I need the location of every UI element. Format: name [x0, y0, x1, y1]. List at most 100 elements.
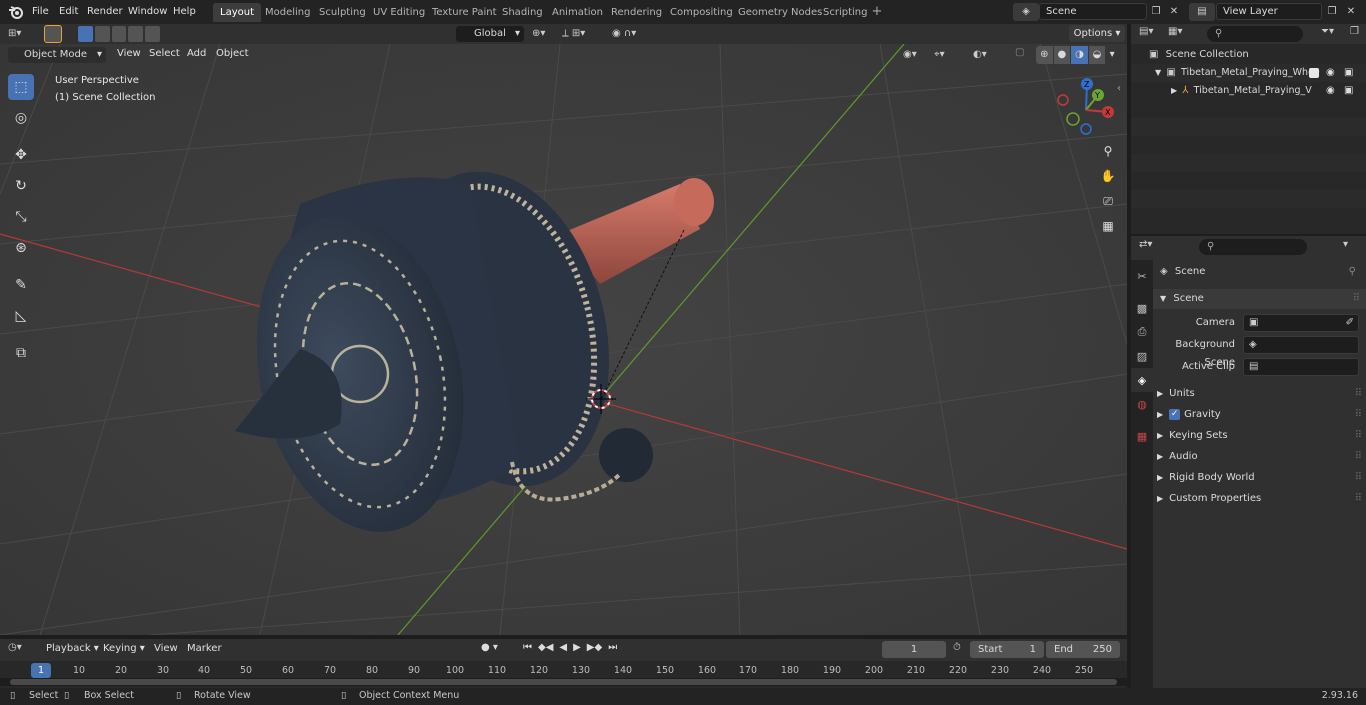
- select-box-tool-icon[interactable]: ⬚: [8, 74, 34, 100]
- object-mode-dropdown[interactable]: Object Mode ▾: [8, 47, 106, 63]
- add-cube-tool-icon[interactable]: ⧉: [8, 340, 34, 366]
- display-mode-icon[interactable]: ▦▾: [1168, 26, 1182, 37]
- camera-render-icon[interactable]: ▣: [1344, 64, 1353, 82]
- drag-handle-icon[interactable]: ⠿: [1355, 468, 1362, 488]
- select-extend-icon[interactable]: [94, 26, 110, 42]
- 3d-viewport[interactable]: Object Mode ▾ View Select Add Object ◉▾ ⌖…: [0, 44, 1127, 635]
- eye-icon[interactable]: ◉: [1326, 64, 1335, 82]
- active-clip-field[interactable]: ▤: [1243, 358, 1359, 376]
- move-tool-icon[interactable]: ✥: [8, 142, 34, 168]
- close-scene-icon[interactable]: ✕: [1166, 3, 1182, 21]
- new-collection-icon[interactable]: ❐: [1350, 26, 1359, 37]
- drag-handle-icon[interactable]: ⠿: [1355, 405, 1362, 425]
- rendered-shading-icon[interactable]: ◒: [1088, 46, 1106, 64]
- material-preview-icon[interactable]: ◑: [1071, 46, 1088, 64]
- viewport-menu-object[interactable]: Object: [210, 45, 255, 63]
- outliner-editor-icon[interactable]: ▤▾: [1139, 26, 1153, 37]
- scene-name-field[interactable]: Scene: [1039, 3, 1147, 20]
- zoom-icon[interactable]: ⚲: [1097, 140, 1119, 162]
- viewport-menu-view[interactable]: View: [111, 45, 147, 63]
- transform-orientation-dropdown[interactable]: Global ▾: [456, 26, 524, 42]
- measure-tool-icon[interactable]: ◺: [8, 303, 34, 329]
- tab-geometry-nodes[interactable]: Geometry Nodes: [731, 3, 829, 22]
- menu-edit[interactable]: Edit: [53, 3, 84, 21]
- select-subtract-icon[interactable]: [111, 26, 127, 42]
- timeline-scrollbar[interactable]: [10, 679, 1117, 685]
- play-reverse-icon[interactable]: ◀: [559, 642, 567, 653]
- visibility-eye-icon[interactable]: ◉▾: [903, 47, 929, 63]
- tab-animation[interactable]: Animation: [545, 3, 610, 22]
- end-frame-field[interactable]: End 250: [1046, 641, 1120, 658]
- blender-logo-icon[interactable]: [8, 4, 24, 20]
- transform-tool-icon[interactable]: ⊛: [8, 235, 34, 261]
- expand-arrow-icon[interactable]: ▼: [1155, 68, 1161, 77]
- scale-tool-icon[interactable]: ⤡: [8, 204, 34, 230]
- current-frame-field[interactable]: 1: [882, 641, 946, 658]
- tool-tab-icon[interactable]: ✂: [1131, 264, 1153, 288]
- sidebar-toggle-icon[interactable]: ‹: [1117, 81, 1127, 97]
- texture-tab-icon[interactable]: ▦: [1131, 424, 1153, 448]
- scene-selector-icon[interactable]: ◈: [1013, 3, 1039, 21]
- render-tab-icon[interactable]: ▩: [1131, 296, 1153, 320]
- navigation-gizmo[interactable]: Z Y X: [1050, 74, 1122, 146]
- record-icon[interactable]: ● ▾: [481, 642, 498, 653]
- drag-handle-icon[interactable]: ⠿: [1355, 447, 1362, 467]
- pivot-point-icon[interactable]: ⊕▾: [532, 26, 556, 42]
- menu-file[interactable]: File: [26, 3, 55, 21]
- cursor-tool-icon[interactable]: [44, 25, 62, 43]
- menu-window[interactable]: Window: [122, 3, 173, 21]
- eyedropper-icon[interactable]: ✐: [1346, 315, 1354, 331]
- drag-handle-icon[interactable]: ⠿: [1355, 384, 1362, 404]
- tab-sculpting[interactable]: Sculpting: [312, 3, 373, 22]
- gravity-checkbox[interactable]: ✓: [1169, 408, 1181, 420]
- properties-editor-icon[interactable]: ⇄▾: [1139, 239, 1152, 250]
- timeline-menu-view[interactable]: View: [148, 640, 184, 658]
- view-layer-tab-icon[interactable]: ▨: [1131, 344, 1153, 368]
- subpanel-custom-properties[interactable]: ▶ Custom Properties ⠿: [1157, 489, 1362, 509]
- camera-field[interactable]: ▣ ✐: [1243, 314, 1359, 332]
- scene-panel-header[interactable]: ▼ Scene ⠿: [1153, 289, 1366, 309]
- pan-hand-icon[interactable]: ✋: [1097, 165, 1119, 187]
- outliner-search-input[interactable]: ⚲: [1207, 26, 1303, 42]
- outliner-root-row[interactable]: ▣ Scene Collection: [1131, 46, 1366, 64]
- new-scene-icon[interactable]: ❐: [1148, 3, 1164, 21]
- play-icon[interactable]: ▶: [573, 642, 581, 653]
- options-button[interactable]: Options ▾: [1069, 25, 1125, 42]
- outliner-item-collection[interactable]: ▼ ▣ Tibetan_Metal_Praying_Whee ◉ ▣: [1131, 64, 1366, 82]
- tab-layout[interactable]: Layout: [213, 3, 261, 22]
- drag-handle-icon[interactable]: ⠿: [1355, 426, 1362, 446]
- viewport-menu-add[interactable]: Add: [181, 45, 212, 63]
- select-invert-icon[interactable]: [128, 26, 144, 42]
- next-keyframe-icon[interactable]: ▶◆: [587, 642, 602, 653]
- tab-rendering[interactable]: Rendering: [604, 3, 669, 22]
- chevron-down-icon[interactable]: ▾: [1106, 46, 1118, 64]
- subpanel-units[interactable]: ▶ Units ⠿: [1157, 384, 1362, 404]
- timeline-menu-playback[interactable]: Playback ▾: [40, 640, 105, 658]
- chevron-down-icon[interactable]: ▾: [1343, 239, 1348, 250]
- pin-icon[interactable]: ⚲: [1349, 263, 1356, 281]
- camera-render-icon[interactable]: ▣: [1344, 82, 1353, 100]
- overlays-toggle-icon[interactable]: ◐▾: [973, 47, 1007, 63]
- drag-handle-icon[interactable]: ⠿: [1355, 489, 1362, 509]
- tab-shading[interactable]: Shading: [495, 3, 550, 22]
- tab-modeling[interactable]: Modeling: [258, 3, 318, 22]
- expand-arrow-icon[interactable]: ▶: [1171, 86, 1177, 95]
- perspective-toggle-icon[interactable]: ▦: [1097, 215, 1119, 237]
- scene-tab-icon[interactable]: ◈: [1131, 368, 1153, 392]
- rotate-tool-icon[interactable]: ↻: [8, 173, 34, 199]
- add-workspace-button[interactable]: +: [870, 4, 884, 20]
- wireframe-shading-icon[interactable]: ⊕: [1036, 46, 1053, 64]
- timeline-menu-marker[interactable]: Marker: [181, 640, 228, 658]
- tab-scripting[interactable]: Scripting: [816, 3, 874, 22]
- solid-shading-icon[interactable]: ●: [1053, 46, 1071, 64]
- subpanel-audio[interactable]: ▶ Audio ⠿: [1157, 447, 1362, 467]
- tab-uv-editing[interactable]: UV Editing: [366, 3, 432, 22]
- new-view-layer-icon[interactable]: ❐: [1324, 3, 1340, 21]
- proportional-editing-icon[interactable]: ◉ ∩▾: [612, 26, 656, 42]
- eye-icon[interactable]: ◉: [1326, 82, 1335, 100]
- timeline-menu-keying[interactable]: Keying ▾: [97, 640, 151, 658]
- subpanel-rigid-body-world[interactable]: ▶ Rigid Body World ⠿: [1157, 468, 1362, 488]
- jump-start-icon[interactable]: ⏮: [523, 642, 532, 653]
- view-layer-field[interactable]: View Layer: [1216, 3, 1322, 20]
- tab-compositing[interactable]: Compositing: [663, 3, 740, 22]
